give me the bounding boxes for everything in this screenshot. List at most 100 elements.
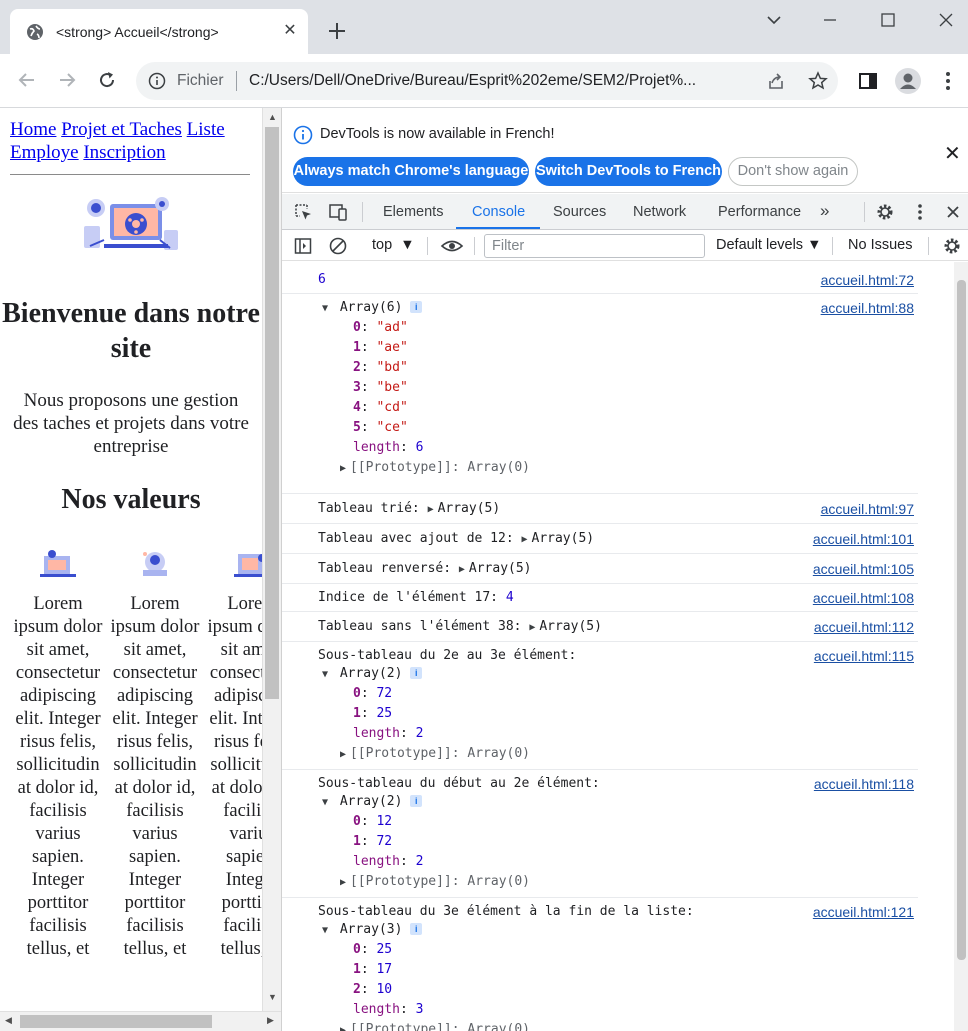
reload-icon[interactable]	[95, 68, 119, 92]
new-tab-icon[interactable]	[326, 20, 348, 42]
source-link[interactable]: accueil.html:112	[814, 617, 914, 637]
console-message: Tableau trié: ▶ Array(5) accueil.html:97	[282, 494, 918, 524]
source-link[interactable]: accueil.html:97	[821, 499, 914, 519]
scroll-left-icon[interactable]: ◀	[5, 1015, 12, 1026]
url-text[interactable]: C:/Users/Dell/OneDrive/Bureau/Esprit%202…	[249, 72, 696, 90]
source-link[interactable]: accueil.html:118	[814, 774, 914, 794]
tab-search-icon[interactable]	[762, 8, 786, 32]
switch-to-french-button[interactable]: Switch DevTools to French	[535, 157, 722, 186]
page-title: Bienvenue dans notre site	[2, 298, 260, 364]
array-entry: 5: "ce"	[353, 420, 408, 435]
filter-input[interactable]: Filter	[484, 234, 705, 258]
close-tab-icon[interactable]: ✕	[282, 21, 298, 41]
title-bar: <strong> Accueil</strong> ✕	[0, 0, 968, 54]
clear-console-icon[interactable]	[328, 236, 348, 256]
maximize-icon[interactable]	[876, 8, 900, 32]
prototype-expander[interactable]: ▶ [[Prototype]]: Array(0)	[340, 1020, 530, 1031]
forward-icon[interactable]	[55, 68, 79, 92]
devtools-panel: DevTools is now available in French! ✕ A…	[281, 108, 968, 1031]
context-selector[interactable]: top ▼	[372, 237, 415, 253]
array-expander[interactable]: ▼ Array(2) i	[322, 664, 423, 684]
close-window-icon[interactable]	[934, 8, 958, 32]
tab-sources[interactable]: Sources	[553, 204, 606, 220]
log-label: Tableau trié:	[318, 501, 420, 516]
minimize-icon[interactable]	[818, 8, 842, 32]
expand-triangle-icon[interactable]: ▶	[459, 560, 469, 580]
sidebar-toggle-icon[interactable]	[293, 236, 313, 256]
info-icon	[293, 125, 313, 145]
console-message: Tableau avec ajout de 12: ▶ Array(5) accu…	[282, 524, 918, 554]
tab-performance[interactable]: Performance	[718, 204, 801, 220]
intro-text: Nous proposons une gestion des taches et…	[13, 390, 249, 457]
array-expander[interactable]: ▼ Array(3) i	[322, 920, 423, 940]
page-horizontal-scrollbar[interactable]: ◀ ▶	[0, 1011, 281, 1031]
nav-link-inscription[interactable]: Inscription	[83, 142, 165, 163]
console-filter-bar: top ▼ Filter Default levels ▼ No Issues	[282, 231, 968, 261]
chrome-menu-icon[interactable]	[936, 69, 960, 93]
source-link[interactable]: accueil.html:115	[814, 646, 914, 666]
dont-show-again-button[interactable]: Don't show again	[728, 157, 858, 186]
scrollbar-thumb[interactable]	[265, 127, 279, 699]
live-expression-eye-icon[interactable]	[440, 236, 464, 256]
tab-console[interactable]: Console	[472, 204, 525, 220]
devtools-menu-icon[interactable]	[910, 202, 930, 222]
prototype-expander[interactable]: ▶ [[Prototype]]: Array(0)	[340, 872, 530, 892]
info-icon[interactable]	[148, 72, 166, 90]
log-value[interactable]: Array(5)	[539, 619, 602, 634]
share-icon[interactable]	[766, 71, 786, 91]
log-levels-dropdown[interactable]: Default levels ▼	[716, 237, 821, 253]
console-message: Tableau sans l'élément 38: ▶ Array(5) acc…	[282, 612, 918, 642]
side-panel-icon[interactable]	[856, 69, 880, 93]
tab-elements[interactable]: Elements	[383, 204, 443, 220]
console-message: Sous-tableau du 3e élément à la fin de l…	[282, 898, 918, 1031]
source-link[interactable]: accueil.html:105	[813, 559, 914, 579]
console-message: Tableau renversé: ▶ Array(5) accueil.html…	[282, 554, 918, 584]
close-infobar-icon[interactable]: ✕	[944, 141, 961, 166]
expand-triangle-icon: ▶	[340, 749, 347, 760]
close-devtools-icon[interactable]	[943, 202, 963, 222]
scrollbar-thumb[interactable]	[20, 1015, 212, 1028]
scrollbar-thumb[interactable]	[957, 280, 966, 960]
source-link[interactable]: accueil.html:108	[813, 588, 914, 608]
log-value[interactable]: Array(5)	[438, 501, 501, 516]
browser-tab[interactable]: <strong> Accueil</strong> ✕	[10, 9, 308, 54]
prototype-expander[interactable]: ▶ [[Prototype]]: Array(0)	[340, 458, 530, 478]
array-expander[interactable]: ▼ Array(2) i	[322, 792, 423, 812]
source-link[interactable]: accueil.html:101	[813, 529, 914, 549]
settings-gear-icon[interactable]	[875, 202, 895, 222]
source-link[interactable]: accueil.html:88	[821, 298, 914, 318]
inspect-element-icon[interactable]	[293, 202, 313, 222]
prototype-expander[interactable]: ▶ [[Prototype]]: Array(0)	[340, 744, 530, 764]
page-vertical-scrollbar[interactable]: ▲ ▼	[262, 108, 281, 1011]
issues-counter[interactable]: No Issues	[848, 237, 912, 253]
nav-link-home[interactable]: Home	[10, 119, 56, 140]
device-toolbar-icon[interactable]	[328, 202, 348, 222]
value-text: Lorem ipsum dolor sit amet, consectetur …	[207, 594, 262, 959]
expand-triangle-icon[interactable]: ▶	[529, 618, 539, 638]
console-scrollbar[interactable]	[954, 262, 968, 1031]
source-link[interactable]: accueil.html:121	[813, 902, 914, 922]
console-settings-gear-icon[interactable]	[942, 236, 962, 256]
value-illustration	[40, 550, 76, 577]
log-value[interactable]: Array(5)	[532, 531, 595, 546]
profile-avatar-icon[interactable]	[894, 67, 922, 95]
address-bar[interactable]: Fichier C:/Users/Dell/OneDrive/Bureau/Es…	[136, 62, 838, 100]
scroll-up-icon[interactable]: ▲	[268, 112, 277, 122]
tab-network[interactable]: Network	[633, 204, 686, 220]
more-tabs-icon[interactable]: »	[820, 201, 829, 221]
bookmark-star-icon[interactable]	[808, 71, 828, 91]
scroll-right-icon[interactable]: ▶	[267, 1015, 274, 1026]
source-link[interactable]: accueil.html:72	[821, 270, 914, 290]
entry-key: 0	[353, 942, 361, 957]
array-entry: 1: 17	[353, 962, 393, 977]
array-header: Array(6)	[339, 300, 403, 315]
array-expander[interactable]: ▼ Array(6) i	[322, 298, 423, 318]
log-value[interactable]: Array(5)	[469, 561, 532, 576]
expand-triangle-icon[interactable]: ▶	[428, 500, 438, 520]
match-language-button[interactable]: Always match Chrome's language	[293, 157, 529, 186]
expand-triangle-icon[interactable]: ▶	[522, 530, 532, 550]
scroll-down-icon[interactable]: ▼	[268, 992, 277, 1002]
back-icon[interactable]	[15, 68, 39, 92]
array-entry: 2: 10	[353, 982, 393, 997]
nav-link-projets[interactable]: Projet et Taches	[61, 119, 182, 140]
